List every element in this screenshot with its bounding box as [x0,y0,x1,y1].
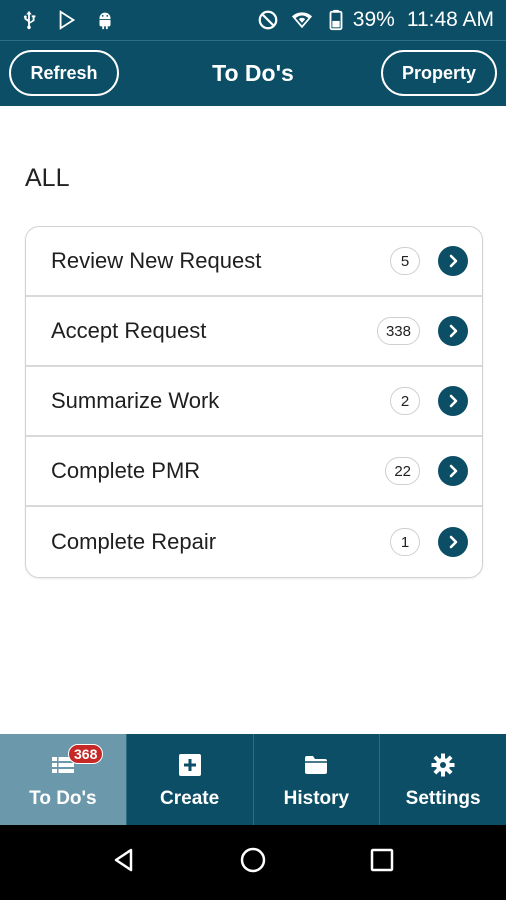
chevron-right-icon[interactable] [438,386,468,416]
chevron-right-icon[interactable] [438,316,468,346]
todo-row-accept-request[interactable]: Accept Request 338 [26,297,482,367]
tab-label: To Do's [29,787,97,809]
tab-settings[interactable]: Settings [379,734,506,825]
todo-list: Review New Request 5 Accept Request 338 … [25,226,483,578]
battery-percent: 39% [352,8,395,31]
gear-icon [426,750,460,780]
todo-count-badge: 1 [390,528,420,556]
section-title: ALL [25,164,70,192]
battery-icon [325,9,347,31]
folder-icon [299,750,333,780]
todo-label: Review New Request [51,248,262,273]
todo-row-complete-pmr[interactable]: Complete PMR 22 [26,437,482,507]
todo-label: Summarize Work [51,388,220,413]
todo-row-summarize-work[interactable]: Summarize Work 2 [26,367,482,437]
todo-row-complete-repair[interactable]: Complete Repair 1 [26,507,482,577]
tab-label: Settings [405,787,481,809]
status-bar: 39% 11:48 AM [0,0,506,40]
tab-create[interactable]: Create [125,734,253,825]
wifi-icon [291,9,313,31]
recents-icon[interactable] [368,846,396,879]
app-root: 39% 11:48 AM Refresh To Do's Property AL… [0,0,506,900]
status-right: 39% 11:48 AM [257,8,494,32]
todo-count-badge: 338 [376,317,420,345]
android-nav-bar [0,825,506,900]
tab-label: History [283,787,350,809]
home-icon[interactable] [239,846,267,879]
todo-count-badge: 22 [385,457,420,485]
plus-box-icon [173,750,207,780]
android-icon [94,9,116,31]
back-icon[interactable] [110,846,138,879]
todos-count-badge: 368 [68,744,104,764]
clock: 11:48 AM [406,8,494,31]
status-left [18,9,116,31]
app-header: Refresh To Do's Property [0,40,506,106]
tab-todos[interactable]: 368 To Do's [0,734,126,825]
todo-label: Complete Repair [51,529,217,554]
play-store-icon [56,9,78,31]
bottom-nav: 368 To Do's Create History Settings [0,734,506,825]
todo-count-badge: 5 [390,247,420,275]
todo-label: Accept Request [51,318,207,343]
refresh-button[interactable]: Refresh [9,50,119,96]
page-title: To Do's [212,60,294,86]
todo-label: Complete PMR [51,458,201,483]
tab-history[interactable]: History [252,734,380,825]
tab-label: Create [160,787,220,809]
todo-row-review-new-request[interactable]: Review New Request 5 [26,227,482,297]
chevron-right-icon[interactable] [438,246,468,276]
do-not-disturb-icon [257,9,279,31]
todo-count-badge: 2 [390,387,420,415]
battery-indicator: 39% [325,8,395,32]
chevron-right-icon[interactable] [438,527,468,557]
property-button[interactable]: Property [381,50,497,96]
chevron-right-icon[interactable] [438,456,468,486]
usb-icon [18,9,40,31]
